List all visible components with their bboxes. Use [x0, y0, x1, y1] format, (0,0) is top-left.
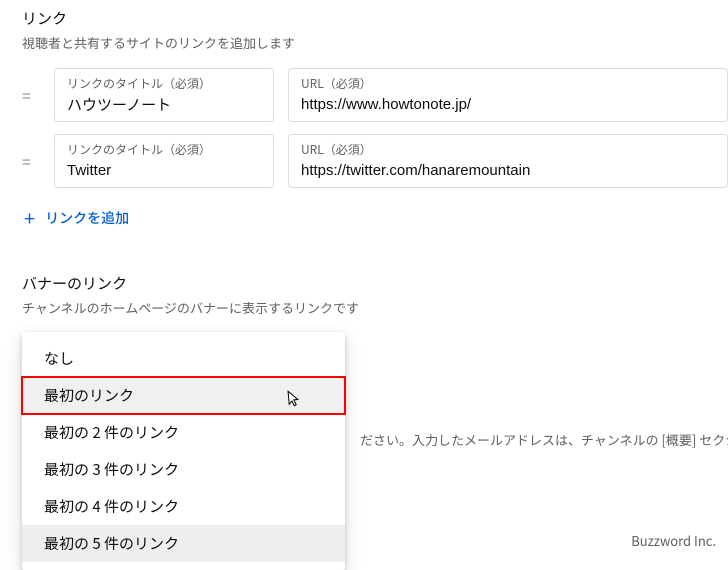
footer-brand: Buzzword Inc. [631, 531, 716, 550]
dropdown-option-first-2[interactable]: 最初の 2 件のリンク [22, 414, 345, 451]
add-link-label: リンクを追加 [45, 208, 129, 228]
link-url-label: URL（必須） [301, 75, 715, 92]
link-url-input[interactable] [301, 96, 715, 113]
plus-icon: + [24, 208, 35, 228]
link-url-input[interactable] [301, 162, 715, 179]
drag-handle-icon[interactable]: = [22, 153, 40, 169]
link-url-field[interactable]: URL（必須） [288, 134, 728, 188]
link-url-label: URL（必須） [301, 141, 715, 158]
link-title-field[interactable]: リンクのタイトル（必須） [54, 68, 274, 122]
link-row: = リンクのタイトル（必須） URL（必須） [22, 68, 728, 122]
link-title-label: リンクのタイトル（必須） [67, 75, 261, 92]
banner-links-section: バナーのリンク チャンネルのホームページのバナーに表示するリンクです [22, 273, 728, 317]
links-title: リンク [22, 8, 728, 29]
banner-subtitle: チャンネルのホームページのバナーに表示するリンクです [22, 298, 728, 317]
dropdown-option-none[interactable]: なし [22, 340, 345, 377]
dropdown-option-first-3[interactable]: 最初の 3 件のリンク [22, 451, 345, 488]
dropdown-option-first-5[interactable]: 最初の 5 件のリンク [22, 525, 345, 562]
link-title-input[interactable] [67, 162, 261, 179]
link-title-field[interactable]: リンクのタイトル（必須） [54, 134, 274, 188]
link-url-field[interactable]: URL（必須） [288, 68, 728, 122]
links-section: リンク 視聴者と共有するサイトのリンクを追加します = リンクのタイトル（必須）… [22, 8, 728, 231]
drag-handle-icon[interactable]: = [22, 87, 40, 103]
background-hint-text: ださい。入力したメールアドレスは、チャンネルの [概要] セクショ [360, 430, 728, 449]
link-title-input[interactable] [67, 96, 261, 113]
dropdown-option-first[interactable]: 最初のリンク [22, 377, 345, 414]
link-title-label: リンクのタイトル（必須） [67, 141, 261, 158]
dropdown-option-first-4[interactable]: 最初の 4 件のリンク [22, 488, 345, 525]
link-row: = リンクのタイトル（必須） URL（必須） [22, 134, 728, 188]
banner-title: バナーのリンク [22, 273, 728, 294]
banner-links-dropdown[interactable]: なし 最初のリンク 最初の 2 件のリンク 最初の 3 件のリンク 最初の 4 … [22, 332, 345, 570]
add-link-button[interactable]: + リンクを追加 [24, 208, 129, 228]
links-subtitle: 視聴者と共有するサイトのリンクを追加します [22, 33, 728, 52]
